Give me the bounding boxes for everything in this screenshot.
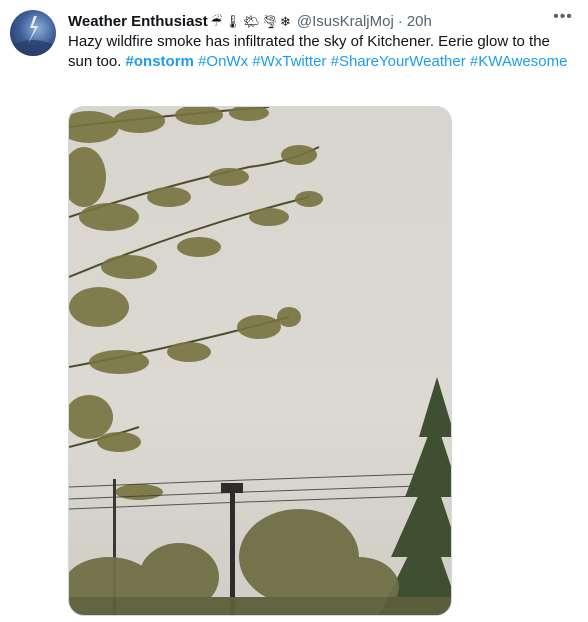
sun-cloud-icon: 🌤 [242, 13, 260, 29]
more-dots-icon: ••• [553, 8, 573, 25]
thermometer-icon: 🌡 [224, 13, 241, 29]
user-handle[interactable]: @IsusKraljMoj [297, 13, 394, 30]
tweet-text: Hazy wildfire smoke has infiltrated the … [68, 32, 573, 72]
umbrella-icon: ☔ [210, 13, 223, 29]
more-options-button[interactable]: ••• [552, 6, 574, 28]
tweet-photo[interactable] [68, 106, 452, 616]
light-post [230, 491, 235, 615]
hashtag-onwx[interactable]: #OnWx [198, 53, 248, 70]
display-name[interactable]: Weather Enthusiast [68, 13, 208, 30]
separator-dot: · [397, 12, 403, 30]
tweet[interactable]: Weather Enthusiast ☔ 🌡 🌤 🌪 ❄ @IsusKraljM… [0, 0, 588, 622]
tornado-icon: 🌪 [261, 13, 278, 29]
lightning-avatar-image [14, 16, 52, 56]
snowflake-icon: ❄ [279, 13, 291, 29]
tweet-header: Weather Enthusiast ☔ 🌡 🌤 🌪 ❄ @IsusKraljM… [68, 10, 578, 32]
avatar[interactable] [10, 10, 56, 56]
smoky-sky-photo [69, 107, 451, 615]
hashtag-wxtwitter[interactable]: #WxTwitter [252, 53, 326, 70]
hashtag-shareyourweather[interactable]: #ShareYourWeather [331, 53, 466, 70]
name-emojis: ☔ 🌡 🌤 🌪 ❄ [211, 15, 291, 28]
hashtag-kwawesome[interactable]: #KWAwesome [470, 53, 568, 70]
timestamp[interactable]: 20h [407, 13, 432, 30]
hashtag-onstorm[interactable]: #onstorm [126, 53, 194, 70]
